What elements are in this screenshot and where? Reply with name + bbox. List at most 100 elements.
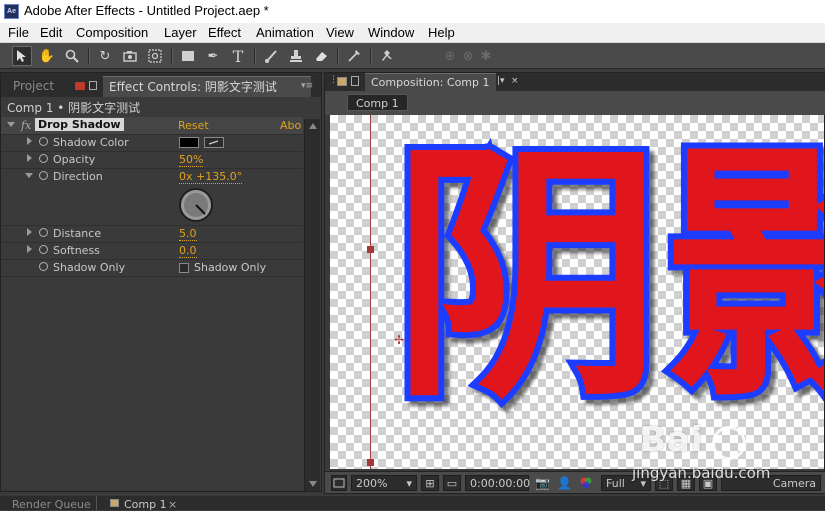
rectangle-tool-icon[interactable] <box>178 46 198 66</box>
direction-dial[interactable] <box>177 186 215 224</box>
effect-controls-tab-icon <box>75 82 85 90</box>
shadow-only-checkbox[interactable] <box>179 263 189 273</box>
canvas-text-layer[interactable]: 阴影 <box>330 115 824 469</box>
channel-rgb-icon[interactable] <box>579 476 593 493</box>
shadow-color-label: Shadow Color <box>53 136 129 149</box>
close-tab-icon[interactable]: × <box>511 76 519 86</box>
menu-composition[interactable]: Composition <box>76 25 148 40</box>
property-row-softness: Softness 0.0 <box>1 242 303 260</box>
softness-value[interactable]: 0.0 <box>179 244 197 258</box>
about-button[interactable]: Abo <box>280 119 301 132</box>
property-row-shadow-color: Shadow Color <box>1 134 303 152</box>
stopwatch-icon[interactable] <box>39 154 48 163</box>
watermark-site: jingyan.baidu.com <box>632 464 771 482</box>
opacity-label: Opacity <box>53 153 96 166</box>
toggle-mask-icon[interactable]: ▭ <box>443 475 461 491</box>
expand-triangle-icon[interactable] <box>27 154 32 162</box>
distance-label: Distance <box>53 227 102 240</box>
always-preview-icon[interactable] <box>331 475 347 491</box>
composition-dropdown-icon[interactable]: |▾ <box>497 76 505 86</box>
window-title: Adobe After Effects - Untitled Project.a… <box>24 3 269 18</box>
puppet-starch-icon: ⊗ <box>462 48 474 64</box>
pan-behind-tool-icon[interactable] <box>145 46 165 66</box>
tab-comp1-timeline[interactable]: Comp 1 <box>124 498 167 511</box>
clone-stamp-tool-icon[interactable] <box>286 46 306 66</box>
effect-controls-breadcrumb: Comp 1 • 阴影文字测试 <box>7 101 141 115</box>
eyedropper-icon[interactable] <box>204 137 224 148</box>
stopwatch-icon[interactable] <box>39 171 48 180</box>
tab-menu-icon[interactable]: ▾≡ <box>301 81 313 91</box>
effect-row-drop-shadow[interactable]: fx Drop Shadow Reset Abo <box>1 117 303 135</box>
tab-effect-controls[interactable]: Effect Controls: 阴影文字测试 <box>103 76 311 97</box>
direction-label: Direction <box>53 170 103 183</box>
magnification-dropdown[interactable]: 200% ▾ <box>351 475 417 491</box>
expand-triangle-icon[interactable] <box>27 245 32 253</box>
after-effects-logo-icon: Ae <box>4 4 19 19</box>
shadow-only-label: Shadow Only <box>53 261 126 274</box>
stopwatch-icon[interactable] <box>39 228 48 237</box>
left-panel-tabs: Project Effect Controls: 阴影文字测试 ▾≡ <box>1 73 321 97</box>
roto-brush-tool-icon[interactable] <box>344 46 364 66</box>
distance-value[interactable]: 5.0 <box>179 227 197 241</box>
effect-controls-scrollbar[interactable] <box>304 119 320 491</box>
tab-project[interactable]: Project <box>7 76 60 96</box>
selection-tool-icon[interactable] <box>12 46 32 66</box>
effect-name-drop-shadow[interactable]: Drop Shadow <box>35 118 124 131</box>
tools-panel: ✋ ↻ ✒ T ⊕ ⊗ ✱ <box>0 43 825 69</box>
menu-bar: File Edit Composition Layer Effect Anima… <box>0 23 825 43</box>
scroll-up-icon[interactable] <box>309 123 317 129</box>
reset-button[interactable]: Reset <box>178 119 209 132</box>
stopwatch-icon[interactable] <box>39 137 48 146</box>
opacity-value[interactable]: 50% <box>179 153 204 167</box>
brush-tool-icon[interactable] <box>261 46 281 66</box>
eraser-tool-icon[interactable] <box>311 46 331 66</box>
pen-tool-icon[interactable]: ✒ <box>203 46 223 66</box>
property-row-opacity: Opacity 50% <box>1 151 303 169</box>
text-tool-icon[interactable]: T <box>228 46 248 66</box>
stopwatch-icon[interactable] <box>39 245 48 254</box>
stopwatch-icon[interactable] <box>39 262 48 271</box>
comp-flowchart-button[interactable]: Comp 1 <box>347 94 408 111</box>
menu-view[interactable]: View <box>326 25 354 40</box>
property-row-distance: Distance 5.0 <box>1 225 303 243</box>
softness-label: Softness <box>53 244 100 257</box>
fx-icon[interactable]: fx <box>21 119 31 132</box>
shadow-color-swatch[interactable] <box>179 137 199 148</box>
lock-icon[interactable] <box>351 76 359 86</box>
expand-triangle-icon[interactable] <box>27 228 32 236</box>
zoom-value: 200% <box>356 477 388 490</box>
menu-layer[interactable]: Layer <box>164 25 197 40</box>
menu-file[interactable]: File <box>8 25 29 40</box>
zoom-tool-icon[interactable] <box>62 46 82 66</box>
rotation-tool-icon[interactable]: ↻ <box>95 46 115 66</box>
tab-render-queue[interactable]: Render Queue <box>12 498 91 511</box>
scroll-down-icon[interactable] <box>309 481 317 487</box>
hand-tool-icon[interactable]: ✋ <box>37 46 57 66</box>
current-time-field[interactable]: 0:00:00:00 <box>465 475 530 491</box>
shadow-only-checkbox-label[interactable]: Shadow Only <box>194 261 266 274</box>
expand-triangle-icon[interactable] <box>7 122 15 127</box>
puppet-pin-disabled-icon: ✱ <box>480 48 492 64</box>
composition-viewer[interactable]: ✢ 阴影 <box>330 115 824 469</box>
direction-value[interactable]: 0x +135.0° <box>179 170 243 184</box>
expand-triangle-icon[interactable] <box>27 137 32 145</box>
menu-effect[interactable]: Effect <box>208 25 241 40</box>
menu-animation[interactable]: Animation <box>256 25 314 40</box>
composition-icon <box>337 77 347 86</box>
camera-tool-icon[interactable] <box>120 46 140 66</box>
composition-navigator: Comp 1 <box>325 91 825 115</box>
show-snapshot-icon[interactable]: 👤 <box>557 476 572 490</box>
menu-edit[interactable]: Edit <box>40 25 62 40</box>
property-row-direction: Direction 0x +135.0° <box>1 168 303 226</box>
tab-composition[interactable]: Composition: Comp 1 <box>365 73 496 91</box>
baidu-watermark: Bai jingyan.baidu.com <box>632 420 810 500</box>
puppet-pin-tool-icon[interactable] <box>377 46 397 66</box>
menu-window[interactable]: Window <box>368 25 414 40</box>
collapse-triangle-icon[interactable] <box>25 173 33 178</box>
watermark-brand: Bai <box>640 420 704 460</box>
lock-icon[interactable] <box>89 81 97 90</box>
snapshot-icon[interactable]: 📷 <box>535 476 550 490</box>
menu-help[interactable]: Help <box>428 25 455 40</box>
title-action-safe-icon[interactable]: ⊞ <box>421 475 439 491</box>
close-tab-icon[interactable]: × <box>168 498 177 511</box>
